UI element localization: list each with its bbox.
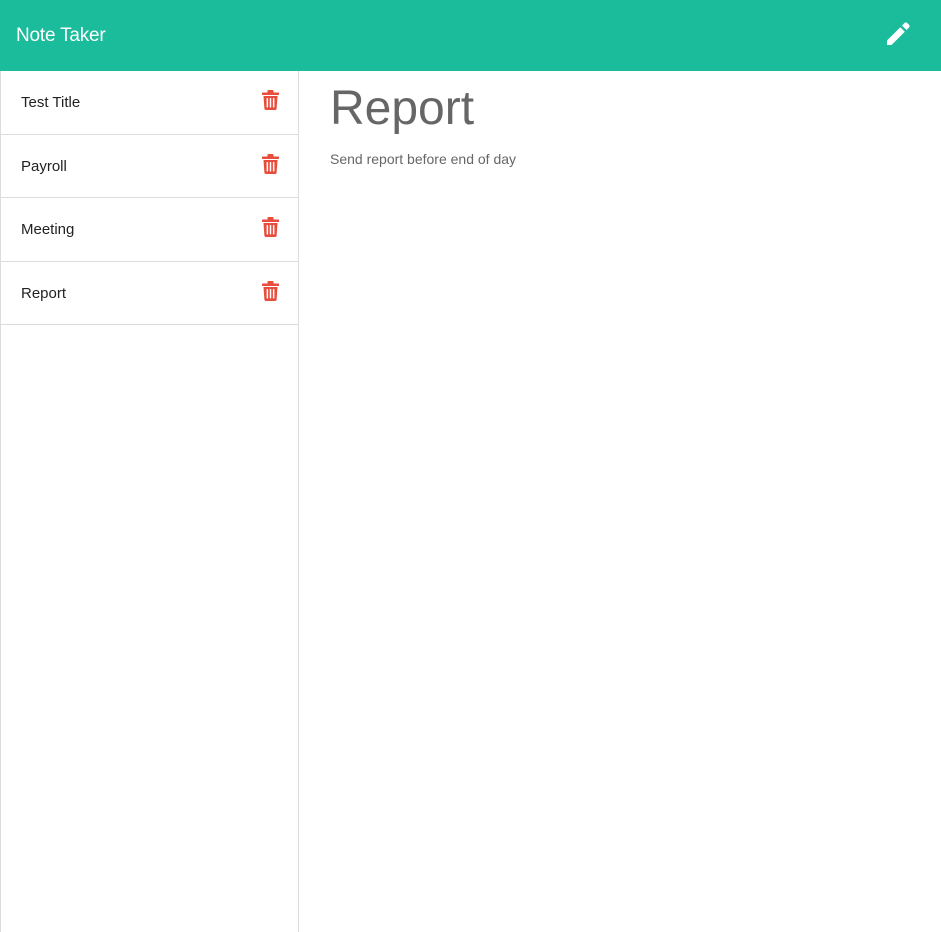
note-item-title[interactable]: Meeting <box>21 198 74 261</box>
navbar: Note Taker <box>0 0 941 71</box>
notes-sidebar: Test Title Payroll Meeting Report <box>0 71 299 932</box>
note-item-report[interactable]: Report <box>1 262 298 325</box>
note-item-title[interactable]: Report <box>21 262 66 325</box>
note-item-meeting[interactable]: Meeting <box>1 198 298 262</box>
trash-icon[interactable] <box>262 217 279 237</box>
note-item-test-title[interactable]: Test Title <box>1 71 298 135</box>
note-editor: Report Send report before end of day <box>299 71 941 932</box>
trash-icon[interactable] <box>262 90 279 110</box>
note-list: Test Title Payroll Meeting Report <box>1 71 298 325</box>
note-item-title[interactable]: Test Title <box>21 71 80 134</box>
note-title[interactable]: Report <box>330 81 474 137</box>
app-title[interactable]: Note Taker <box>16 0 106 71</box>
note-item-title[interactable]: Payroll <box>21 135 67 198</box>
pencil-icon[interactable] <box>884 20 912 48</box>
trash-icon[interactable] <box>262 280 279 301</box>
note-text[interactable]: Send report before end of day <box>330 151 516 167</box>
trash-icon[interactable] <box>262 153 279 174</box>
note-item-payroll[interactable]: Payroll <box>1 135 298 198</box>
